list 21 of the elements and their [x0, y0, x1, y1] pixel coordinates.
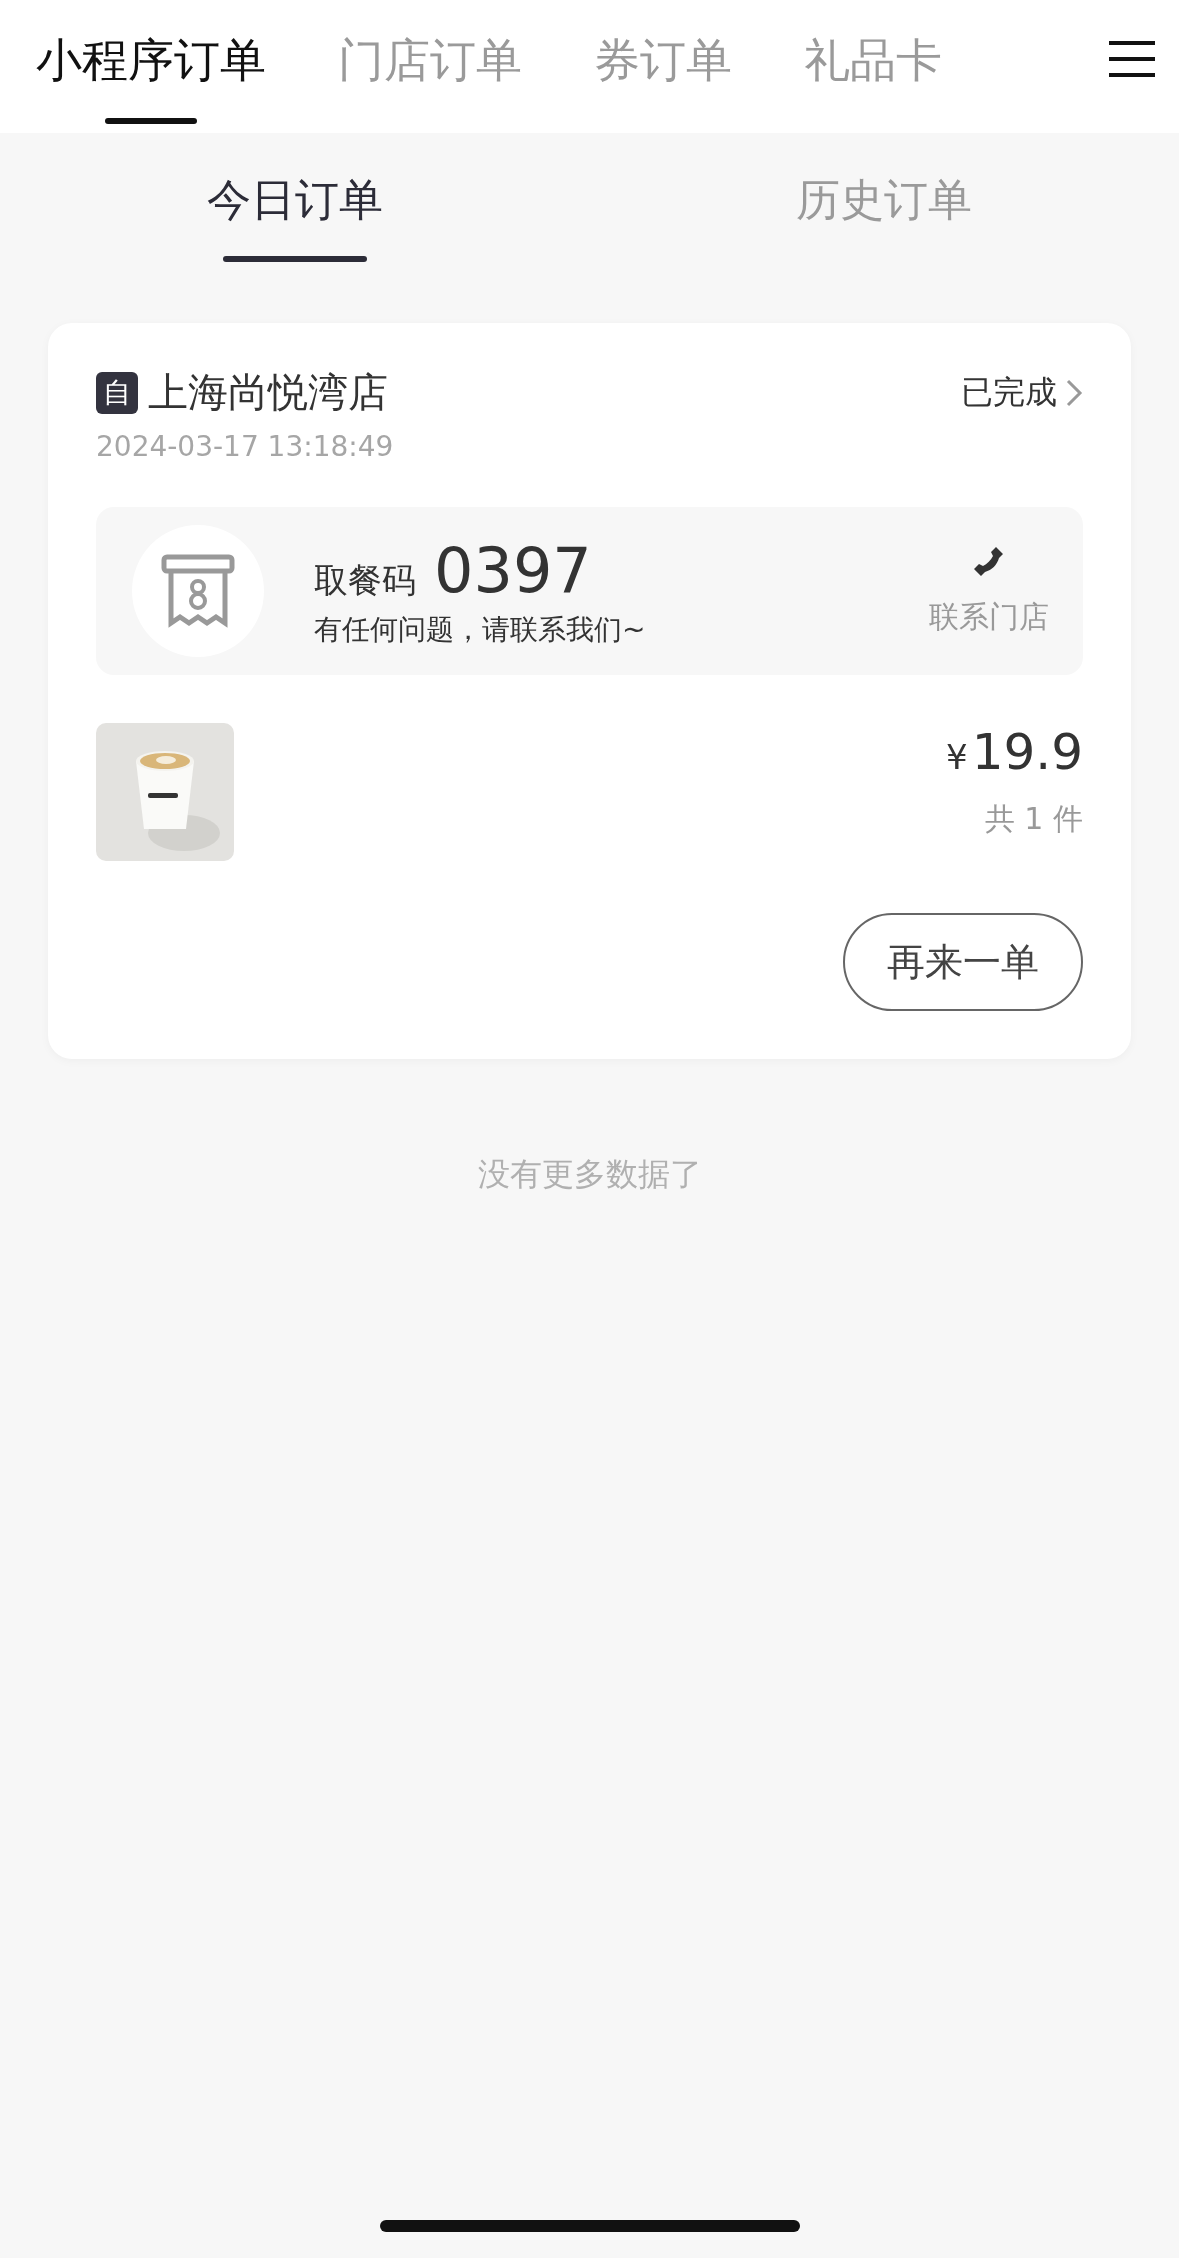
currency-symbol: ¥ [946, 737, 968, 777]
order-type-tab[interactable]: 小程序订单 [36, 0, 266, 133]
order-type-tab[interactable]: 门店订单 [338, 0, 522, 133]
order-status-link[interactable]: 已完成 [961, 370, 1083, 415]
no-more-data-text: 没有更多数据了 [476, 1154, 703, 1195]
help-text: 有任何问题，请联系我们~ [314, 611, 647, 648]
item-count: 共 1 件 [984, 800, 1083, 838]
pickup-code-label: 取餐码 [314, 558, 416, 602]
contact-store-button[interactable]: 联系门店 [929, 544, 1049, 638]
pickup-badge: 自 [96, 371, 138, 414]
store-name: 上海尚悦湾店 [148, 368, 388, 417]
order-type-tab[interactable]: 礼品卡 [804, 0, 942, 133]
order-price: 19.9 [971, 723, 1083, 781]
chevron-right-icon [1065, 377, 1083, 408]
order-time: 2024-03-17 13:18:49 [96, 430, 395, 463]
phone-icon [972, 544, 1006, 579]
date-range-tab[interactable]: 历史订单 [589, 133, 1179, 273]
order-type-tab[interactable]: 券订单 [594, 0, 732, 133]
pickup-code: 0397 [434, 533, 592, 607]
date-range-tab[interactable]: 今日订单 [0, 133, 590, 273]
reorder-button[interactable]: 再来一单 [843, 913, 1083, 1011]
